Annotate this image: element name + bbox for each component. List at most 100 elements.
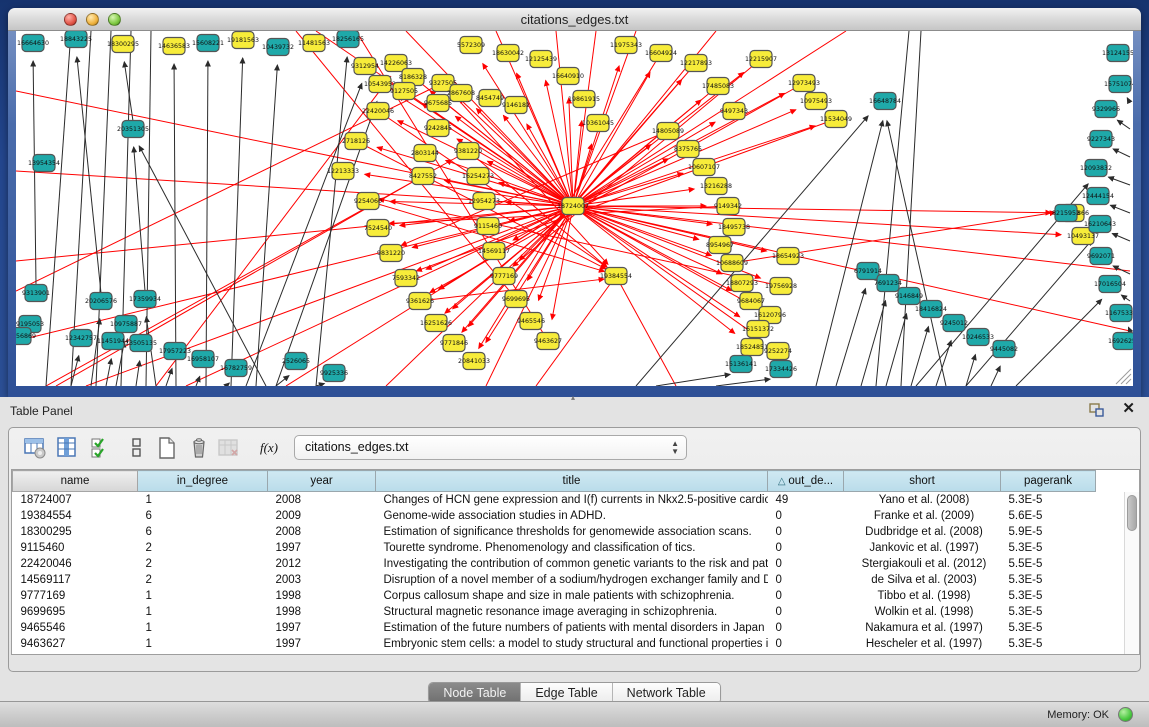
network-node[interactable]: 12973493: [788, 75, 820, 92]
network-canvas[interactable]: 9312954 14226063 10543952 8186328 932750…: [16, 31, 1133, 386]
table-row[interactable]: 1872400712008Changes of HCN gene express…: [13, 492, 1108, 508]
network-node[interactable]: 16251626: [420, 315, 452, 332]
table-row[interactable]: 2242004622012Investigating the contribut…: [13, 556, 1108, 572]
table-row[interactable]: 1830029562008Estimation of significance …: [13, 524, 1108, 540]
network-node[interactable]: 2718126: [342, 133, 370, 150]
network-node[interactable]: 9312954: [351, 58, 379, 75]
network-node[interactable]: 16151372: [742, 321, 774, 338]
network-node[interactable]: 11975343: [610, 37, 642, 54]
table-scrollbar[interactable]: [1124, 492, 1139, 655]
column-header-in_degree[interactable]: in_degree: [138, 471, 268, 492]
network-node[interactable]: 16210643: [1084, 216, 1116, 233]
network-node[interactable]: 18724007: [557, 198, 589, 215]
network-node[interactable]: 7524540: [364, 220, 392, 237]
network-node[interactable]: 9254060: [354, 193, 382, 210]
network-node[interactable]: 19756928: [765, 278, 797, 295]
network-node[interactable]: 9925336: [320, 365, 348, 382]
network-node[interactable]: 12093832: [1080, 160, 1112, 177]
network-node[interactable]: 2867608: [447, 85, 475, 102]
network-node[interactable]: 9465546: [517, 313, 545, 330]
network-node[interactable]: 17485083: [702, 78, 734, 95]
network-node[interactable]: 16648784: [869, 93, 901, 110]
network-node[interactable]: 10975887: [110, 316, 142, 333]
column-header-name[interactable]: name: [13, 471, 138, 492]
show-columns-button[interactable]: [53, 434, 81, 462]
network-node[interactable]: 9445082: [990, 341, 1018, 358]
table-mode-button[interactable]: [21, 434, 49, 462]
table-row[interactable]: 911546021997Tourette syndrome. Phenomeno…: [13, 540, 1108, 556]
network-node[interactable]: 9252274: [764, 343, 792, 360]
network-node[interactable]: 9361626: [406, 293, 434, 310]
network-node[interactable]: 13124155: [1102, 45, 1133, 62]
network-node[interactable]: 16254273: [462, 168, 494, 185]
network-node[interactable]: 12444154: [1082, 188, 1114, 205]
network-node[interactable]: 9242845: [424, 120, 452, 137]
table-row[interactable]: 977716911998Corpus callosum shape and si…: [13, 588, 1108, 604]
network-node[interactable]: 11675334: [1105, 305, 1133, 322]
float-panel-icon[interactable]: [1089, 403, 1105, 417]
network-node[interactable]: 9675685: [424, 95, 452, 112]
network-node[interactable]: 18654923: [772, 248, 804, 265]
resize-grip-icon[interactable]: [1116, 369, 1131, 384]
network-node[interactable]: 10246533: [962, 329, 994, 346]
close-panel-icon[interactable]: ✕: [1122, 401, 1135, 417]
scrollbar-thumb[interactable]: [1127, 495, 1137, 531]
network-node[interactable]: 14636583: [158, 38, 190, 55]
network-node[interactable]: 11481563: [298, 35, 330, 52]
network-node[interactable]: 9146182: [502, 97, 530, 114]
network-node[interactable]: 18807293: [726, 275, 758, 292]
network-node[interactable]: 2803144: [411, 145, 439, 162]
network-node[interactable]: 9115460: [474, 218, 502, 235]
network-node[interactable]: 8215953: [1052, 205, 1080, 222]
network-node[interactable]: 13216288: [700, 178, 732, 195]
network-node[interactable]: 16604924: [645, 45, 677, 62]
table-row[interactable]: 946554611997Estimation of the future num…: [13, 620, 1108, 636]
network-node[interactable]: 18256165: [332, 31, 364, 48]
network-node[interactable]: 9245012: [940, 315, 968, 332]
network-node[interactable]: 9463627: [534, 333, 562, 350]
column-header-title[interactable]: title: [376, 471, 768, 492]
network-node[interactable]: 10439732: [262, 39, 294, 56]
splitter-handle-icon[interactable]: ▴: [571, 393, 575, 402]
network-node[interactable]: 7691234: [874, 275, 902, 292]
network-node[interactable]: 12215907: [745, 51, 777, 68]
network-node[interactable]: 20206576: [85, 293, 117, 310]
tab-node-table[interactable]: Node Table: [429, 683, 521, 703]
network-node[interactable]: 22420046: [362, 103, 394, 120]
column-header-year[interactable]: year: [268, 471, 376, 492]
network-node[interactable]: 11451944: [97, 333, 129, 350]
network-node[interactable]: 9149342: [714, 198, 742, 215]
network-node[interactable]: 18416824: [915, 301, 947, 318]
network-node[interactable]: 16782759: [220, 360, 252, 377]
network-node[interactable]: 19384554: [600, 268, 632, 285]
network-node[interactable]: 8454749: [476, 90, 504, 107]
network-node[interactable]: 16664630: [17, 35, 49, 52]
network-node[interactable]: 18843225: [60, 31, 92, 48]
network-node[interactable]: 9692071: [1087, 248, 1115, 265]
network-node[interactable]: 19861915: [568, 91, 600, 108]
network-node[interactable]: 10975493: [800, 93, 832, 110]
network-node[interactable]: 20841033: [458, 353, 490, 370]
network-node[interactable]: 9699695: [502, 291, 530, 308]
network-node[interactable]: 15751074: [1104, 76, 1133, 93]
network-node[interactable]: 19181563: [227, 32, 259, 49]
network-node[interactable]: 9329966: [1092, 101, 1120, 118]
network-node[interactable]: 17359934: [129, 291, 161, 308]
network-node[interactable]: 9127505: [390, 83, 418, 100]
network-node[interactable]: 11534049: [820, 111, 852, 128]
network-node[interactable]: 10607107: [688, 159, 720, 176]
table-selector-dropdown[interactable]: citations_edges.txt ▲▼: [294, 435, 687, 460]
delete-column-button[interactable]: [185, 434, 213, 462]
tab-edge-table[interactable]: Edge Table: [521, 683, 612, 703]
network-node[interactable]: 9497343: [720, 103, 748, 120]
column-header-out_de[interactable]: △ out_de...: [768, 471, 844, 492]
column-header-short[interactable]: short: [844, 471, 1001, 492]
column-header-pagerank[interactable]: pagerank: [1001, 471, 1096, 492]
network-node[interactable]: 18495738: [718, 219, 750, 236]
network-node[interactable]: 9771846: [440, 335, 468, 352]
network-node[interactable]: 8375765: [674, 141, 702, 158]
network-node[interactable]: 14569117: [478, 243, 510, 260]
tab-network-table[interactable]: Network Table: [613, 683, 720, 703]
network-node[interactable]: 10361045: [582, 115, 614, 132]
network-node[interactable]: 10688609: [716, 255, 748, 272]
